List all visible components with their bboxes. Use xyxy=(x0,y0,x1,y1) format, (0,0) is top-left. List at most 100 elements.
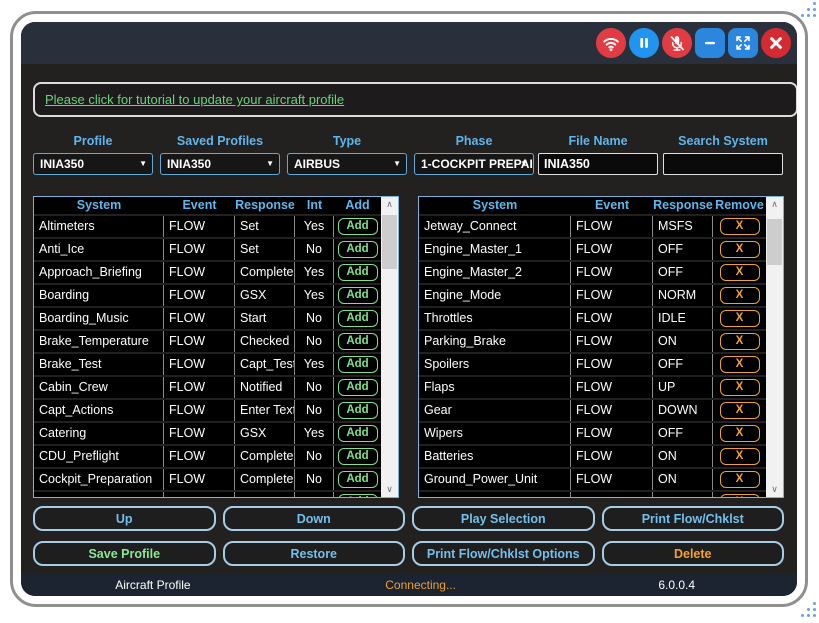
system-cell: Engine_Master_2 xyxy=(419,262,571,283)
table-row[interactable]: Ground_Power_UnitFLOWONX xyxy=(419,469,766,490)
remove-button[interactable]: X xyxy=(720,310,760,327)
remove-button[interactable]: X xyxy=(720,494,760,497)
wifi-icon[interactable] xyxy=(596,28,626,58)
table-row[interactable]: ThrottlesFLOWIDLEX xyxy=(419,308,766,329)
maximize-icon[interactable] xyxy=(728,28,758,58)
up-button[interactable]: Up xyxy=(33,506,216,531)
file-name-input[interactable] xyxy=(538,153,658,175)
table-row[interactable]: Parking_BrakeFLOWONX xyxy=(419,331,766,352)
response-cell: Completed xyxy=(235,262,295,283)
int-cell: No xyxy=(295,400,334,421)
remove-button[interactable]: X xyxy=(720,333,760,350)
scroll-up-icon[interactable]: ∧ xyxy=(766,197,783,212)
tutorial-link[interactable]: Please click for tutorial to update your… xyxy=(45,92,344,107)
table-row[interactable]: Engine_Master_1FLOWOFFX xyxy=(419,239,766,260)
delete-button[interactable]: Delete xyxy=(602,541,785,566)
search-system-input[interactable] xyxy=(663,153,783,175)
event-cell: FLOW xyxy=(571,331,653,352)
action-cell: X xyxy=(713,331,766,352)
table-row[interactable]: Jetway_ConnectFLOWMSFSX xyxy=(419,216,766,237)
event-cell: FLOW xyxy=(164,400,235,421)
resize-grip-top-right[interactable] xyxy=(799,2,817,20)
table-row[interactable]: Engine_ModeFLOWNORMX xyxy=(419,285,766,306)
table-row[interactable]: Engine_Master_2FLOWOFFX xyxy=(419,262,766,283)
add-button[interactable]: Add xyxy=(338,471,378,488)
remove-button[interactable]: X xyxy=(720,471,760,488)
mic-muted-icon[interactable] xyxy=(662,28,692,58)
remove-button[interactable]: X xyxy=(720,264,760,281)
table-row[interactable]: BoardingFLOWGSXYesAdd xyxy=(34,285,381,306)
add-button[interactable]: Add xyxy=(338,333,378,350)
response-cell: UP xyxy=(653,377,713,398)
system-cell xyxy=(419,492,571,497)
remove-button[interactable]: X xyxy=(720,448,760,465)
type-label: Type xyxy=(287,134,407,148)
remove-button[interactable]: X xyxy=(720,287,760,304)
remove-button[interactable]: X xyxy=(720,425,760,442)
table-row[interactable]: Approach_BriefingFLOWCompletedYesAdd xyxy=(34,262,381,283)
down-button[interactable]: Down xyxy=(223,506,406,531)
right-table-body: Jetway_ConnectFLOWMSFSXEngine_Master_1FL… xyxy=(419,216,766,497)
add-button[interactable]: Add xyxy=(338,264,378,281)
play-selection-button[interactable]: Play Selection xyxy=(412,506,595,531)
add-button[interactable]: Add xyxy=(338,310,378,327)
table-row[interactable]: Brake_TemperatureFLOWCheckedNoAdd xyxy=(34,331,381,352)
scrollbar-thumb[interactable] xyxy=(767,219,782,265)
phase-dropdown[interactable]: 1-COCKPIT PREPAI ▼ xyxy=(414,153,534,175)
restore-button[interactable]: Restore xyxy=(223,541,406,566)
add-button[interactable]: Add xyxy=(338,218,378,235)
table-row[interactable]: Boarding_MusicFLOWStartNoAdd xyxy=(34,308,381,329)
response-cell: Completed xyxy=(235,469,295,490)
profile-dropdown[interactable]: INIA350 ▼ xyxy=(33,153,153,175)
table-row[interactable]: X xyxy=(419,492,766,497)
table-row[interactable]: Cockpit_PreparationFLOWCompletedNoAdd xyxy=(34,469,381,490)
add-button[interactable]: Add xyxy=(338,425,378,442)
print-flow-chklst-options-button[interactable]: Print Flow/Chklst Options xyxy=(412,541,595,566)
saved-profiles-dropdown[interactable]: INIA350 ▼ xyxy=(160,153,280,175)
right-table-scrollbar[interactable]: ∧ ∨ xyxy=(766,197,783,497)
search-system-label: Search System xyxy=(663,134,783,148)
system-cell: Altimeters xyxy=(34,216,164,237)
remove-button[interactable]: X xyxy=(720,241,760,258)
table-row[interactable]: SpoilersFLOWOFFX xyxy=(419,354,766,375)
action-cell: X xyxy=(713,446,766,467)
table-row[interactable]: Anti_IceFLOWSetNoAdd xyxy=(34,239,381,260)
scroll-down-icon[interactable]: ∨ xyxy=(381,482,398,497)
response-cell: Checked xyxy=(235,331,295,352)
column-header-response: Response xyxy=(235,197,295,214)
add-button[interactable]: Add xyxy=(338,241,378,258)
close-icon[interactable] xyxy=(761,28,791,58)
table-row[interactable]: Brake_TestFLOWCapt_TestYesAdd xyxy=(34,354,381,375)
remove-button[interactable]: X xyxy=(720,218,760,235)
left-table-scrollbar[interactable]: ∧ ∨ xyxy=(381,197,398,497)
add-button[interactable]: Add xyxy=(338,356,378,373)
table-row[interactable]: Cabin_CrewFLOWNotifiedNoAdd xyxy=(34,377,381,398)
action-cell: Add xyxy=(334,308,381,329)
remove-button[interactable]: X xyxy=(720,379,760,396)
scroll-up-icon[interactable]: ∧ xyxy=(381,197,398,212)
add-button[interactable]: Add xyxy=(338,402,378,419)
add-button[interactable]: Add xyxy=(338,379,378,396)
table-row[interactable]: GearFLOWDOWNX xyxy=(419,400,766,421)
table-row[interactable]: Add xyxy=(34,492,381,497)
type-dropdown[interactable]: AIRBUS ▼ xyxy=(287,153,407,175)
save-profile-button[interactable]: Save Profile xyxy=(33,541,216,566)
remove-button[interactable]: X xyxy=(720,402,760,419)
pause-icon[interactable] xyxy=(629,28,659,58)
resize-grip-bottom-right[interactable] xyxy=(799,602,817,620)
print-flow-chklst-button[interactable]: Print Flow/Chklst xyxy=(602,506,785,531)
table-row[interactable]: Capt_ActionsFLOWEnter TextNoAdd xyxy=(34,400,381,421)
table-row[interactable]: AltimetersFLOWSetYesAdd xyxy=(34,216,381,237)
add-button[interactable]: Add xyxy=(338,287,378,304)
table-row[interactable]: BatteriesFLOWONX xyxy=(419,446,766,467)
table-row[interactable]: WipersFLOWOFFX xyxy=(419,423,766,444)
minimize-icon[interactable] xyxy=(695,28,725,58)
table-row[interactable]: FlapsFLOWUPX xyxy=(419,377,766,398)
table-row[interactable]: CateringFLOWGSXYesAdd xyxy=(34,423,381,444)
add-button[interactable]: Add xyxy=(338,494,378,497)
remove-button[interactable]: X xyxy=(720,356,760,373)
scroll-down-icon[interactable]: ∨ xyxy=(766,482,783,497)
scrollbar-thumb[interactable] xyxy=(382,215,397,269)
table-row[interactable]: CDU_PreflightFLOWCompletedNoAdd xyxy=(34,446,381,467)
add-button[interactable]: Add xyxy=(338,448,378,465)
